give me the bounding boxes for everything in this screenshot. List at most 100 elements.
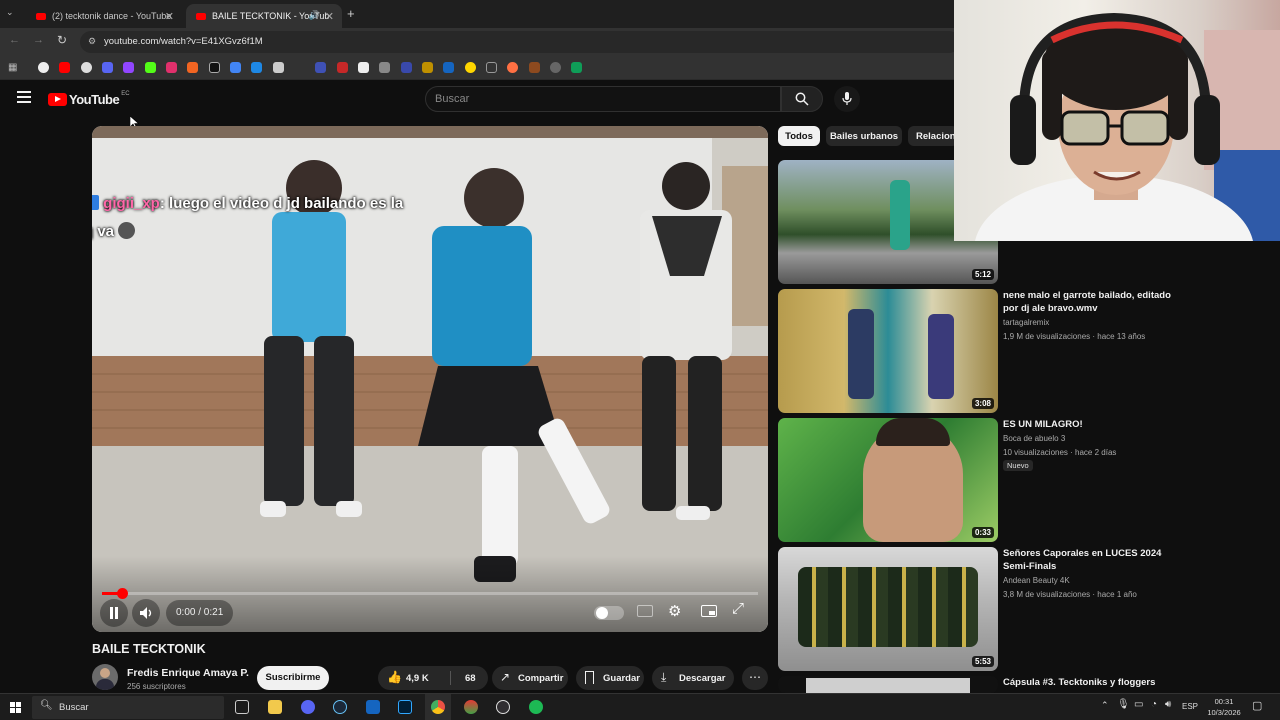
related-thumbnail[interactable]: 0:33 — [778, 418, 998, 542]
bookmark-notion-icon[interactable] — [358, 62, 369, 73]
bookmark-icon[interactable] — [465, 62, 476, 73]
file-explorer-icon[interactable] — [268, 700, 282, 714]
bookmark-youtube-icon[interactable] — [59, 62, 70, 73]
address-bar[interactable]: ⚙ youtube.com/watch?v=E41XGvz6f1M — [80, 31, 960, 53]
bookmark-x-icon[interactable] — [209, 62, 220, 73]
related-channel[interactable]: Andean Beauty 4K — [1003, 576, 1070, 585]
more-actions-button[interactable]: ⋯ — [742, 666, 768, 690]
bookmark-icon[interactable] — [273, 62, 284, 73]
pause-button[interactable] — [100, 599, 128, 627]
bookmark-icon[interactable] — [443, 62, 454, 73]
download-button[interactable]: ⤓ Descargar — [652, 666, 734, 690]
related-title[interactable]: Cápsula #3. Tecktoniks y floggers — [1003, 676, 1173, 689]
steam-icon[interactable] — [333, 700, 347, 714]
bookmark-icon[interactable] — [550, 62, 561, 73]
chip-bailes-urbanos[interactable]: Bailes urbanos — [826, 126, 902, 146]
channel-avatar[interactable] — [92, 664, 118, 690]
bookmark-icon[interactable] — [486, 62, 497, 73]
channel-name[interactable]: Fredis Enrique Amaya P. — [127, 667, 249, 679]
progress-scrubber[interactable] — [116, 588, 128, 599]
bookmark-icon[interactable] — [337, 62, 348, 73]
save-button[interactable]: Guardar — [576, 666, 644, 690]
bookmark-icon[interactable] — [422, 62, 433, 73]
voice-search-button[interactable] — [834, 86, 860, 112]
bookmark-icon[interactable] — [379, 62, 390, 73]
youtube-logo[interactable]: YouTube EC — [48, 91, 130, 107]
volume-button[interactable] — [132, 599, 160, 627]
windows-start-icon[interactable] — [10, 702, 21, 713]
bookmark-icon[interactable] — [507, 62, 518, 73]
task-view-icon[interactable] — [235, 700, 249, 714]
tray-network-icon[interactable]: ▭ — [1134, 699, 1143, 710]
tab-tecktonik-dance[interactable]: (2) tecktonik dance - YouTube ✕ — [26, 4, 182, 28]
related-channel[interactable]: tartagalremix — [1003, 318, 1049, 327]
app-icon[interactable] — [464, 700, 478, 714]
bookmark-translate-icon[interactable] — [230, 62, 241, 73]
tray-volume-icon[interactable]: 🔊︎ — [1165, 699, 1171, 710]
related-channel[interactable]: Boca de abuelo 3 — [1003, 434, 1065, 443]
subscriber-count: 256 suscriptores — [127, 682, 186, 691]
bookmark-twitch-icon[interactable] — [123, 62, 134, 73]
tray-clock[interactable]: 00:31 10/3/2026 — [1204, 696, 1244, 718]
audio-playing-icon[interactable]: 🔊 — [309, 10, 320, 21]
subscribe-button[interactable]: Suscribirme — [257, 666, 329, 690]
bookmark-instagram-icon[interactable] — [166, 62, 177, 73]
tray-language[interactable]: ESP — [1182, 702, 1198, 711]
bookmark-icon[interactable] — [529, 62, 540, 73]
download-icon: ⤓ — [661, 670, 667, 684]
menu-icon[interactable] — [17, 91, 31, 103]
site-info-icon[interactable]: ⚙ — [88, 36, 96, 47]
gear-icon: ⚙ — [668, 603, 682, 620]
video-player[interactable]: gigii_xp: luego el video d jd bailando e… — [92, 126, 768, 632]
close-tab-icon[interactable]: ✕ — [165, 10, 174, 23]
autoplay-toggle[interactable] — [594, 606, 624, 620]
like-button[interactable]: 👍 4,9 K — [378, 666, 444, 690]
subtitles-button[interactable] — [637, 605, 653, 617]
vegas-icon[interactable] — [366, 700, 380, 714]
photoshop-icon[interactable] — [398, 700, 412, 714]
spotify-icon[interactable] — [529, 700, 543, 714]
related-thumbnail[interactable] — [778, 676, 998, 693]
bookmark-icon[interactable] — [187, 62, 198, 73]
related-thumbnail[interactable]: 5:53 — [778, 547, 998, 671]
obs-icon[interactable] — [496, 700, 510, 714]
tray-app-icon[interactable]: ◔ — [1151, 699, 1157, 710]
bookmark-github-icon[interactable] — [81, 62, 92, 73]
fullscreen-button[interactable]: ⤢ — [732, 600, 744, 617]
reload-icon[interactable]: ↻ — [57, 33, 67, 47]
forward-icon[interactable]: → — [33, 34, 44, 46]
tray-chevron-icon[interactable]: ⌃ — [1101, 700, 1109, 711]
related-title[interactable]: ES UN MILAGRO! — [1003, 418, 1173, 431]
related-title[interactable]: nene malo el garrote bailado, editado po… — [1003, 289, 1173, 315]
bookmark-icon[interactable] — [401, 62, 412, 73]
bookmark-icon[interactable] — [102, 62, 113, 73]
share-button[interactable]: ↗ Compartir — [492, 666, 568, 690]
chip-relacionados[interactable]: Relacion — [908, 126, 958, 146]
search-button[interactable] — [781, 86, 823, 112]
tray-microphone-icon[interactable]: 🎙︎ — [1117, 699, 1130, 710]
youtube-favicon — [196, 12, 206, 20]
close-tab-icon[interactable]: ✕ — [325, 10, 334, 23]
progress-bar[interactable] — [102, 588, 758, 599]
search-input[interactable]: Buscar — [425, 86, 781, 112]
chip-todos[interactable]: Todos — [778, 126, 820, 146]
back-icon[interactable]: ← — [9, 34, 20, 46]
apps-icon[interactable]: ▦ — [8, 62, 17, 73]
taskbar-search-input[interactable]: 🔍︎ Buscar — [32, 696, 224, 719]
settings-button[interactable]: ⚙ — [668, 602, 681, 620]
miniplayer-button[interactable] — [701, 605, 717, 617]
tab-search-button[interactable]: ⌄ — [6, 7, 20, 21]
autoplay-knob-icon — [596, 607, 608, 619]
discord-icon[interactable] — [301, 700, 315, 714]
bookmark-sheets-icon[interactable] — [571, 62, 582, 73]
tab-baile-tecktonik[interactable]: BAILE TECKTONIK - YouTub 🔊 ✕ — [186, 4, 342, 28]
bookmark-google-icon[interactable] — [38, 62, 49, 73]
bookmark-icon[interactable] — [315, 62, 326, 73]
bookmark-icon[interactable] — [251, 62, 262, 73]
related-title[interactable]: Señores Caporales en LUCES 2024 Semi-Fin… — [1003, 547, 1173, 573]
new-tab-button[interactable]: + — [347, 6, 355, 21]
comment-count-button[interactable]: 68 — [452, 666, 488, 690]
notifications-icon[interactable]: ▢ — [1252, 699, 1262, 712]
bookmark-kick-icon[interactable] — [145, 62, 156, 73]
related-thumbnail[interactable]: 3:08 — [778, 289, 998, 413]
